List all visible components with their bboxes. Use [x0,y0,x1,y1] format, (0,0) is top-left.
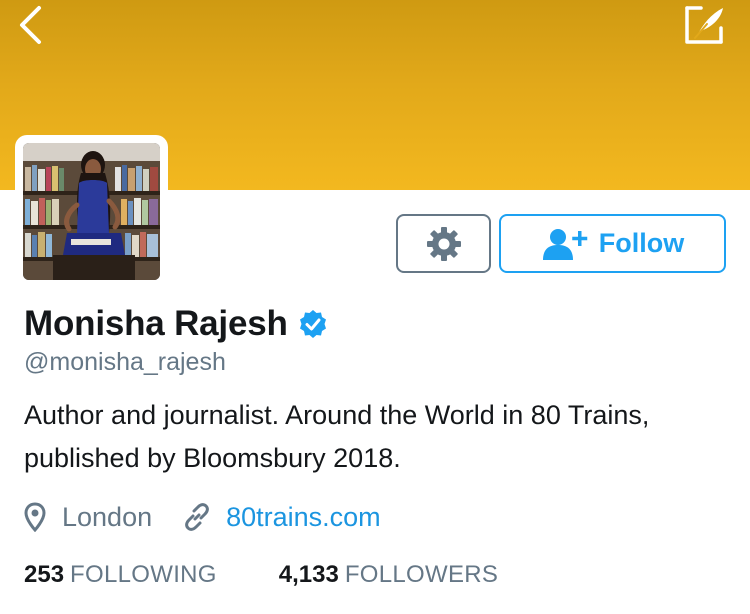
following-stat[interactable]: 253 FOLLOWING [24,561,217,589]
follow-button[interactable]: Follow [499,214,726,273]
gear-icon [426,226,461,261]
followers-label: FOLLOWERS [344,561,499,588]
follow-label: Follow [598,228,685,258]
settings-button[interactable] [396,214,491,273]
location-pin-icon [24,502,46,532]
add-user-icon [541,227,589,261]
back-button[interactable] [8,2,52,48]
name-row: Monisha Rajesh [24,300,328,348]
profile-bio: Author and journalist. Around the World … [24,400,650,473]
website-link[interactable]: 80trains.com [226,502,381,533]
avatar[interactable] [15,135,168,288]
link-icon [182,502,212,532]
profile-meta: London 80trains.com [24,494,381,540]
username-handle: @monisha_rajesh [24,348,226,376]
compose-button[interactable] [680,2,730,48]
display-name: Monisha Rajesh [24,304,288,343]
profile-stats: 253 FOLLOWING 4,133 FOLLOWERS [24,557,498,593]
following-count: 253 [24,561,65,588]
followers-count: 4,133 [278,561,339,588]
followers-stat[interactable]: 4,133 FOLLOWERS [279,561,498,589]
compose-feather-icon [685,6,723,44]
verified-badge-icon [298,309,328,339]
following-label: FOLLOWING [70,561,217,588]
avatar-photo [23,143,160,280]
location-text: London [62,501,153,532]
chevron-left-icon [20,6,41,44]
